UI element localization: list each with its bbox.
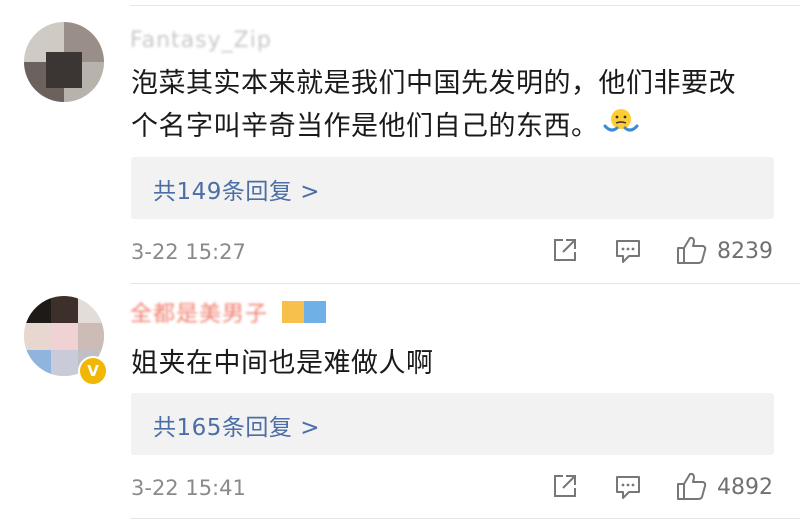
comment-text-line-2: 个名字叫辛奇当作是他们自己的东西。 bbox=[131, 105, 771, 149]
share-icon[interactable] bbox=[552, 473, 578, 499]
replies-button[interactable]: 共165条回复 > bbox=[131, 393, 774, 455]
top-divider bbox=[130, 5, 800, 6]
username-emoji-icon bbox=[282, 301, 327, 329]
thumbs-up-icon[interactable] bbox=[676, 235, 708, 265]
comment-text-line: 泡菜其实本来就是我们中国先发明的，他们非要改 bbox=[131, 68, 736, 99]
comment-divider bbox=[130, 283, 800, 284]
replies-button[interactable]: 共149条回复 > bbox=[131, 157, 774, 219]
shrug-emoji-icon bbox=[603, 106, 639, 149]
timestamp: 3-22 15:27 bbox=[131, 240, 246, 264]
replies-label: 共165条回复 > bbox=[153, 415, 320, 441]
verified-badge-icon: V bbox=[78, 356, 108, 386]
bottom-divider bbox=[130, 518, 800, 519]
timestamp: 3-22 15:41 bbox=[131, 476, 246, 500]
comment-icon[interactable] bbox=[614, 473, 642, 501]
comment-text-line: 姐夹在中间也是难做人啊 bbox=[131, 348, 434, 379]
comment-text-line-2-text: 个名字叫辛奇当作是他们自己的东西。 bbox=[131, 111, 599, 142]
comment-text: 泡菜其实本来就是我们中国先发明的，他们非要改 个名字叫辛奇当作是他们自己的东西。 bbox=[131, 62, 771, 149]
username[interactable]: Fantasy_Zip bbox=[130, 28, 272, 53]
replies-label: 共149条回复 > bbox=[153, 179, 320, 205]
share-icon[interactable] bbox=[552, 237, 578, 263]
like-count: 4892 bbox=[717, 475, 773, 500]
avatar[interactable] bbox=[24, 22, 104, 102]
username[interactable]: 全都是美男子 bbox=[130, 296, 327, 329]
like-count: 8239 bbox=[717, 239, 773, 264]
comment-text: 姐夹在中间也是难做人啊 bbox=[131, 342, 771, 385]
comment-icon[interactable] bbox=[614, 237, 642, 265]
username-text: 全都是美男子 bbox=[130, 302, 269, 327]
thumbs-up-icon[interactable] bbox=[676, 471, 708, 501]
